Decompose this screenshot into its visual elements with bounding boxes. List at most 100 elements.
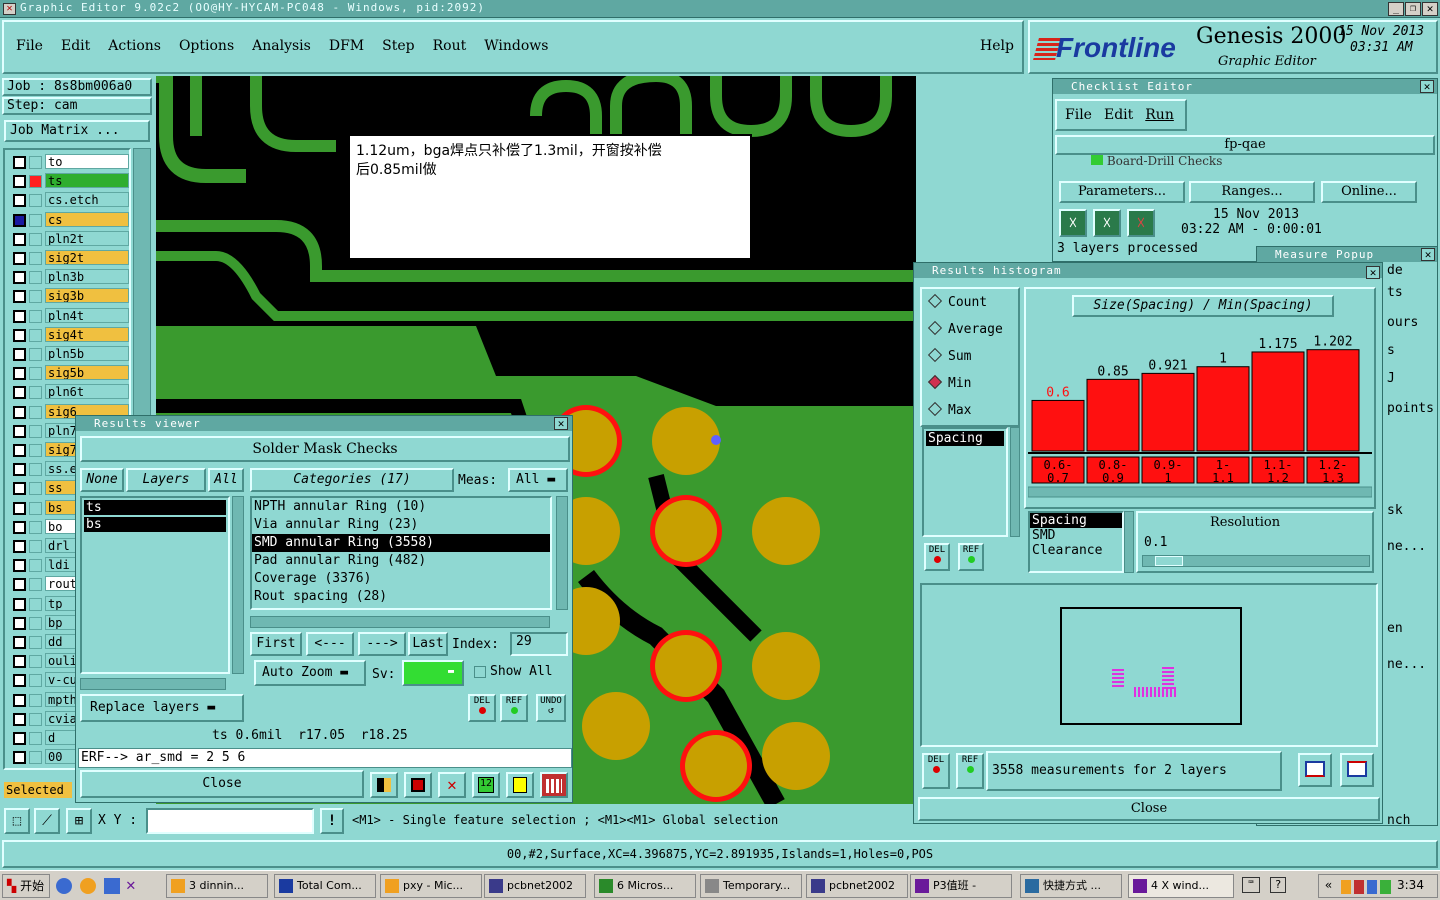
layer-row[interactable]: sig3b (11, 288, 131, 305)
ref-button[interactable]: REF (500, 694, 528, 722)
xy-field[interactable] (146, 808, 314, 834)
menu-edit[interactable]: Edit (61, 38, 90, 54)
layer-row[interactable]: pln4t (11, 307, 131, 325)
categories-list[interactable]: NPTH annular Ring (10) Via annular Ring (… (250, 496, 552, 610)
histogram-bottom-ref[interactable]: REF (956, 753, 984, 789)
layer-checkbox[interactable] (13, 232, 26, 246)
layer-checkbox[interactable] (13, 616, 26, 630)
layer-checkbox[interactable] (13, 290, 26, 304)
layer-name[interactable]: cs (45, 211, 129, 227)
layers-button[interactable]: Layers (126, 468, 206, 492)
checklist-close-icon[interactable]: ✕ (1420, 80, 1434, 93)
bga-pad[interactable] (652, 407, 720, 475)
histogram-bar[interactable] (1086, 378, 1140, 452)
categories-scrollbar[interactable] (556, 496, 568, 610)
layer-checkbox[interactable] (13, 213, 26, 227)
resolution-slider-thumb[interactable] (1155, 556, 1183, 566)
radio-icon[interactable] (927, 374, 943, 390)
bga-pad[interactable] (655, 500, 717, 562)
type-list[interactable]: Spacing SMD Clearance (1028, 511, 1124, 573)
category-item[interactable]: Via annular Ring (23) (252, 516, 550, 534)
layer-checkbox[interactable] (13, 501, 26, 515)
taskbar-item[interactable]: Total Com... (274, 874, 376, 898)
radio-icon[interactable] (927, 320, 943, 336)
layer-row[interactable]: sig2t (11, 250, 131, 267)
print-chart-icon[interactable] (1340, 753, 1374, 787)
layer-checkbox[interactable] (13, 348, 26, 361)
type-list-scrollbar[interactable] (1124, 511, 1134, 573)
mode-option[interactable]: Average (927, 320, 1003, 337)
layer-checkbox[interactable] (13, 328, 26, 342)
menu-step[interactable]: Step (382, 38, 414, 54)
taskbar-item[interactable]: pxy - Mic... (380, 874, 482, 898)
resolution-slider[interactable] (1142, 555, 1370, 567)
checklist-menu-edit[interactable]: Edit (1104, 107, 1133, 123)
checklist-row[interactable]: Board-Drill Checks (1061, 155, 1411, 167)
layer-checkbox[interactable] (13, 252, 26, 265)
replace-layers-dropdown[interactable]: Replace layers ▬ (80, 694, 244, 722)
bga-pad[interactable] (752, 497, 820, 565)
quicklaunch-ie-icon[interactable] (56, 878, 72, 894)
layer-name[interactable]: to (45, 154, 129, 169)
type-item[interactable]: Clearance (1030, 543, 1122, 558)
all-layers-button[interactable]: All (208, 468, 244, 492)
histogram-list-item[interactable]: Spacing (926, 431, 1004, 446)
bga-pad[interactable] (685, 735, 747, 797)
category-item[interactable]: NPTH annular Ring (10) (252, 498, 550, 516)
measure-tool-icon[interactable]: ⟋ (34, 808, 60, 834)
menu-file[interactable]: File (16, 38, 43, 54)
layer-checkbox[interactable] (13, 520, 26, 534)
run-selected-icon[interactable]: ☓ (1127, 209, 1155, 237)
taskbar-item[interactable]: 6 Micros... (594, 874, 696, 898)
radio-icon[interactable] (927, 401, 943, 417)
layer-checkbox[interactable] (13, 732, 26, 745)
layer-name[interactable]: pln5b (45, 346, 129, 361)
histogram-bar[interactable] (1306, 349, 1360, 452)
minimize-button[interactable]: _ (1388, 2, 1404, 16)
exclude-icon[interactable]: ✕ (438, 772, 466, 798)
grid-tool-icon[interactable]: ⊞ (66, 808, 92, 834)
run-action-icon[interactable]: ☓ (1059, 209, 1087, 237)
layer-row[interactable]: pln2t (11, 230, 131, 248)
layer-name[interactable]: sig5b (45, 365, 129, 381)
none-button[interactable]: None (80, 468, 124, 492)
layer-name[interactable]: pln3b (45, 269, 129, 285)
layer-row[interactable]: cs (11, 211, 131, 229)
report-icon[interactable] (404, 772, 432, 798)
layer-checkbox[interactable] (13, 444, 26, 457)
layer-checkbox[interactable] (13, 712, 26, 726)
layer-name[interactable]: sig4t (45, 326, 129, 342)
layer-checkbox[interactable] (13, 636, 26, 649)
mode-option[interactable]: Min (927, 374, 971, 391)
layer-checkbox[interactable] (13, 559, 26, 573)
run-all-icon[interactable]: ☓ (1093, 209, 1121, 237)
numbering-icon[interactable]: 12 (472, 772, 500, 798)
online-button[interactable]: Online... (1321, 181, 1417, 203)
taskbar-item[interactable]: 快捷方式 ... (1020, 874, 1122, 898)
layer-checkbox[interactable] (13, 309, 26, 323)
warning-icon[interactable]: ! (320, 808, 344, 834)
histogram-close-icon[interactable]: ✕ (1366, 266, 1380, 279)
histogram-bottom-del[interactable]: DEL (922, 753, 950, 789)
histogram-bar[interactable] (1196, 366, 1250, 452)
taskbar-item[interactable]: Temporary... (700, 874, 802, 898)
histogram-del-button[interactable]: DEL (924, 543, 950, 571)
bga-pad[interactable] (655, 635, 717, 697)
mode-option[interactable]: Count (927, 293, 987, 310)
layer-checkbox[interactable] (13, 424, 26, 438)
layer-checkbox[interactable] (13, 751, 26, 765)
results-viewer-close-icon[interactable]: ✕ (554, 417, 568, 430)
help-menu[interactable]: Help (980, 38, 1014, 54)
histogram-list-scrollbar[interactable] (1010, 427, 1020, 537)
histogram-bar[interactable] (1031, 399, 1085, 452)
prev-button[interactable]: <--- (306, 632, 354, 656)
export-chart-icon[interactable] (1298, 753, 1332, 787)
help-tray-icon[interactable]: ? (1270, 877, 1286, 893)
keyboard-icon[interactable]: ⌨ (1242, 877, 1260, 893)
category-item[interactable]: SMD annular Ring (3558) (252, 534, 550, 552)
tray-app-icons[interactable] (1341, 880, 1391, 894)
categories-button[interactable]: Categories (17) (250, 468, 454, 492)
results-layer-scrollbar[interactable] (232, 496, 244, 674)
bga-pad[interactable] (582, 692, 650, 760)
radio-icon[interactable] (927, 347, 943, 363)
